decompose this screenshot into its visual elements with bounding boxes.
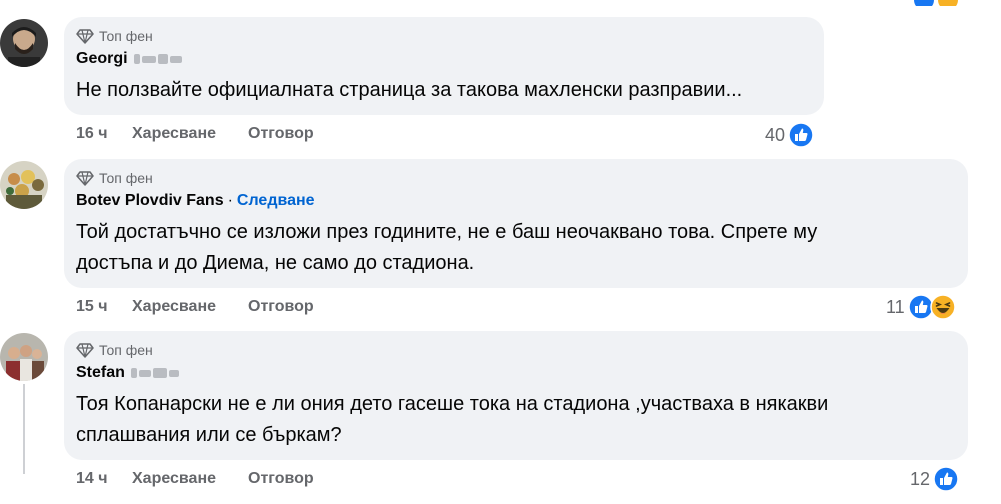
comment-actions: 16 ч Харесване Отговор (76, 122, 314, 146)
badge-label: Топ фен (99, 342, 153, 358)
reaction-count: 11 (886, 296, 905, 317)
comment-text: Не ползвайте официалната страница за так… (76, 79, 743, 101)
like-icon (788, 122, 814, 148)
reply-button[interactable]: Отговор (248, 298, 314, 316)
comment-bubble: Топ фен Georgi Не ползвайте официалната … (64, 17, 824, 115)
haha-icon (929, 294, 956, 320)
top-fan-badge[interactable]: Топ фен (76, 339, 956, 361)
author-name[interactable]: Stefan (76, 364, 125, 382)
obscured-surname (133, 54, 182, 64)
diamond-icon (76, 27, 94, 45)
separator-dot: · (227, 192, 233, 209)
reaction-summary[interactable]: 11 (886, 292, 956, 322)
like-button[interactable]: Харесване (132, 298, 248, 316)
follow-button[interactable]: Следване (237, 192, 315, 210)
like-icon (933, 466, 959, 492)
obscured-surname (130, 368, 179, 378)
thread-line (23, 384, 25, 474)
reaction-count: 12 (910, 468, 931, 489)
comment-bubble: Топ фен Stefan Тоя Копанарски не е ли он… (64, 331, 968, 460)
comment-actions: 14 ч Харесване Отговор (76, 467, 314, 491)
comment-text: Той достатъчно се изложи през годините, … (76, 221, 818, 274)
comments-panel: Топ фен Georgi Не ползвайте официалната … (0, 0, 1001, 504)
badge-label: Топ фен (99, 170, 153, 186)
like-button[interactable]: Харесване (132, 125, 248, 143)
like-icon[interactable] (914, 0, 934, 6)
avatar[interactable] (0, 161, 48, 209)
author-name[interactable]: Georgi (76, 50, 128, 68)
reaction-summary[interactable]: 12 (910, 464, 959, 494)
comment-actions: 15 ч Харесване Отговор (76, 295, 314, 319)
top-fan-badge[interactable]: Топ фен (76, 25, 812, 47)
timestamp[interactable]: 15 ч (76, 298, 132, 316)
diamond-icon (76, 341, 94, 359)
like-button[interactable]: Харесване (132, 470, 248, 488)
reply-button[interactable]: Отговор (248, 470, 314, 488)
haha-icon[interactable] (938, 0, 958, 6)
comment-bubble: Топ фен Botev Plovdiv Fans · Следване То… (64, 159, 968, 288)
timestamp[interactable]: 14 ч (76, 470, 132, 488)
reaction-summary[interactable]: 40 (765, 120, 814, 150)
diamond-icon (76, 169, 94, 187)
top-fan-badge[interactable]: Топ фен (76, 167, 956, 189)
previous-comment-fragment (0, 0, 1001, 6)
author-name[interactable]: Botev Plovdiv Fans (76, 192, 224, 210)
reaction-count: 40 (765, 124, 786, 145)
badge-label: Топ фен (99, 28, 153, 44)
avatar[interactable] (0, 19, 48, 67)
reply-button[interactable]: Отговор (248, 125, 314, 143)
comment-text: Тоя Копанарски не е ли ония дето гасеше … (76, 393, 829, 446)
timestamp[interactable]: 16 ч (76, 125, 132, 143)
avatar[interactable] (0, 333, 48, 381)
